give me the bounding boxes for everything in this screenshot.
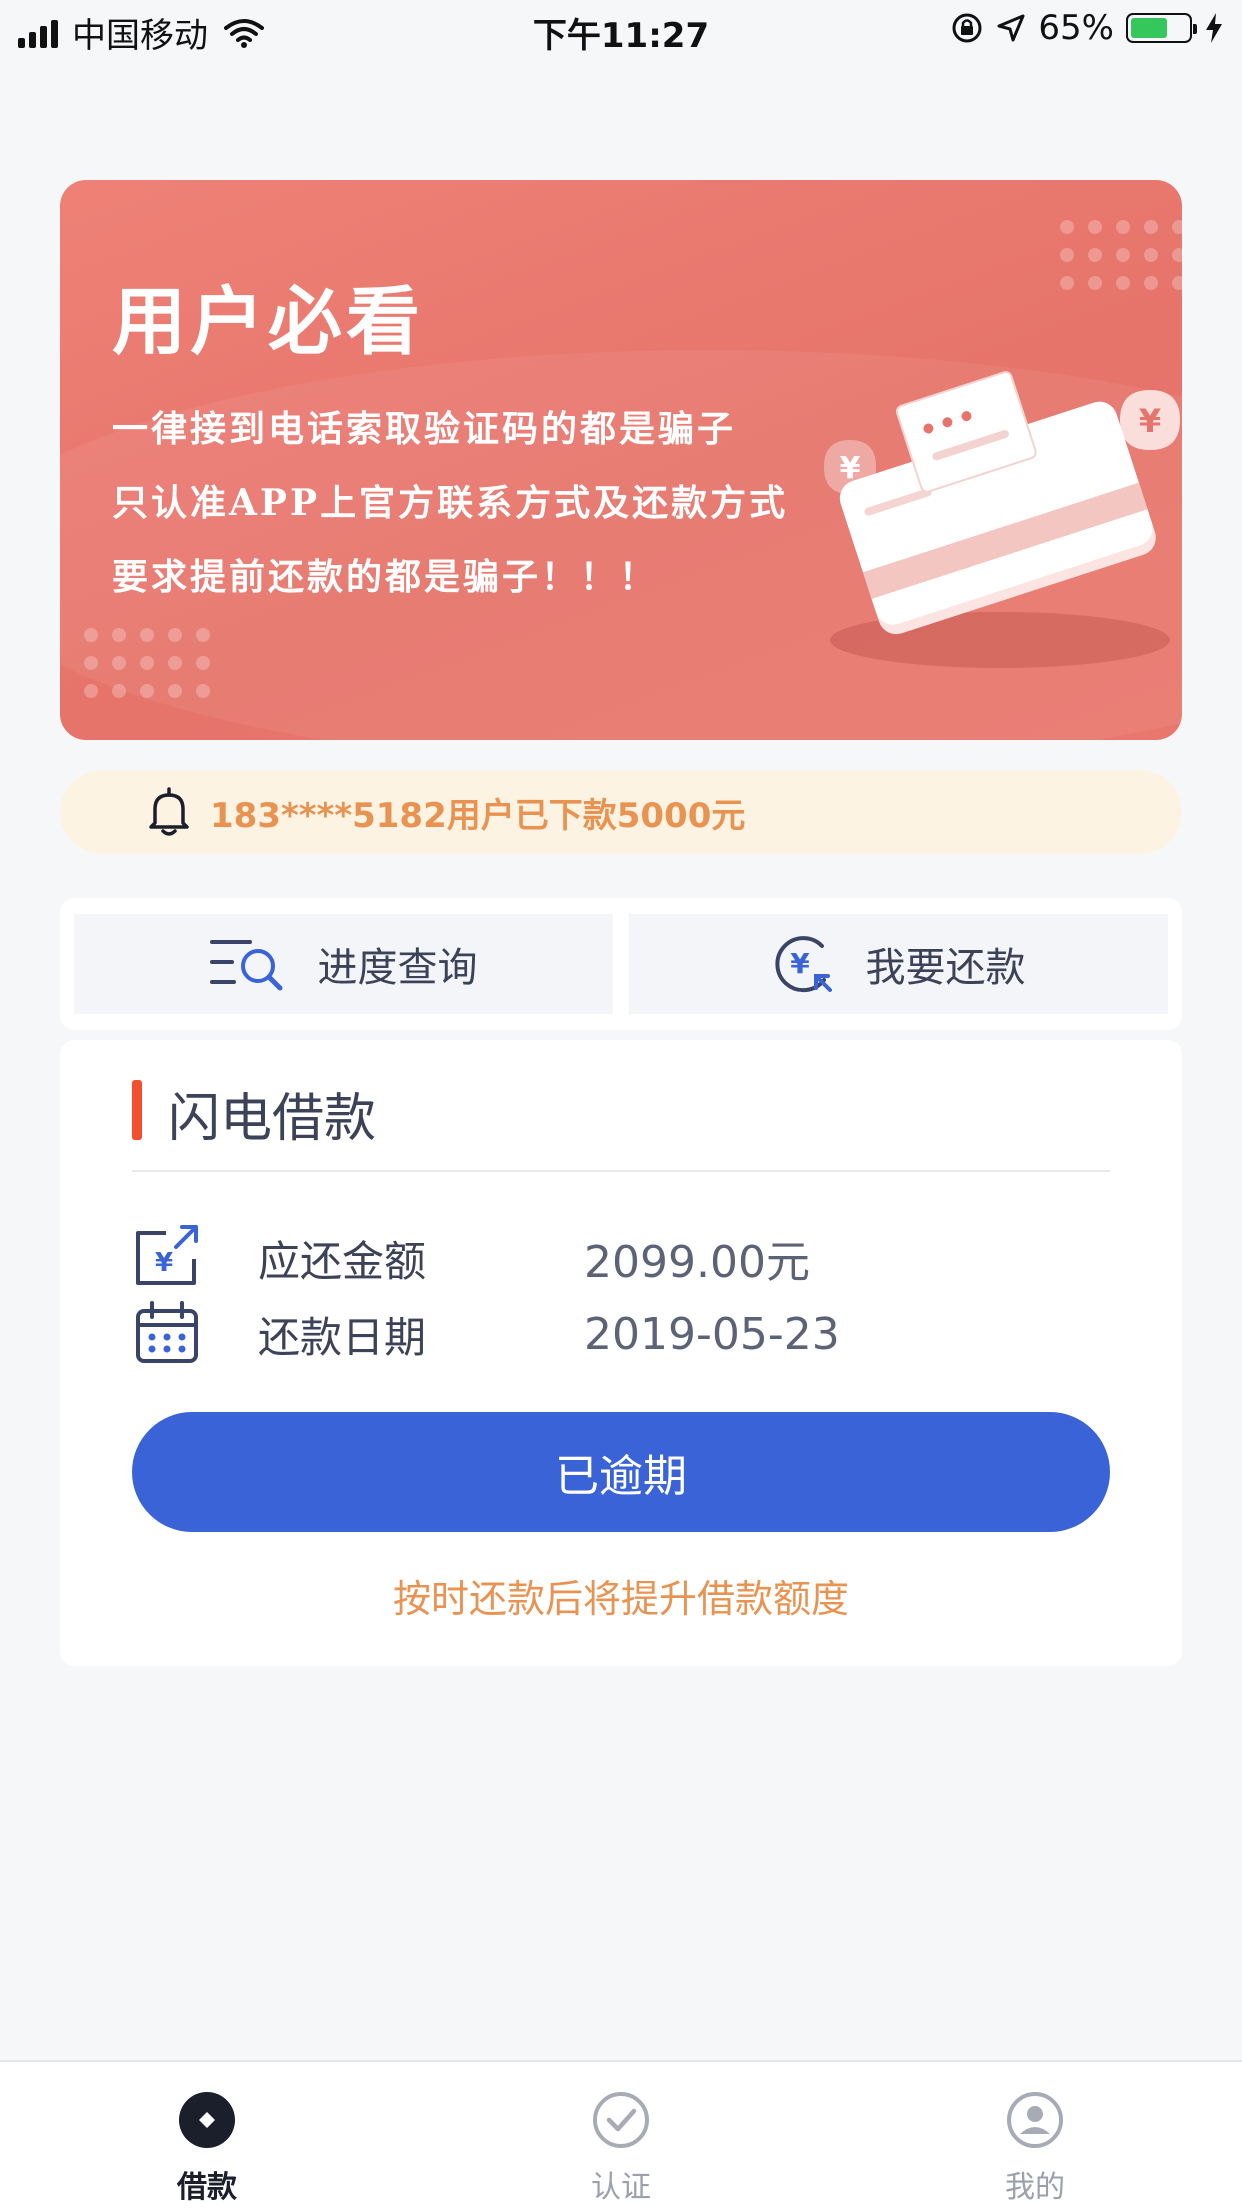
- tab-bar: 借款 认证 我的: [0, 2060, 1242, 2208]
- yuan-repay-icon: ¥: [774, 936, 832, 993]
- loan-notice: 183****5182用户已下款5000元: [60, 770, 1182, 854]
- amount-value: 2099.00元: [584, 1237, 810, 1288]
- svg-text:¥: ¥: [840, 451, 861, 486]
- svg-text:¥: ¥: [790, 947, 810, 980]
- battery-fill: [1131, 18, 1168, 38]
- phone-card-illustration: ¥ ¥: [824, 371, 1180, 668]
- loan-card: 闪电借款 ¥ 应还金额 2099.00元 还款日期 2019-05-23 已逾期…: [60, 1040, 1182, 1666]
- charging-icon: [1206, 13, 1222, 43]
- battery-icon: [1126, 13, 1197, 43]
- loan-icon: [179, 2092, 235, 2148]
- quick-actions: 进度查询 ¥ 我要还款: [60, 898, 1182, 1030]
- status-bar: 中国移动 下午11:27 65%: [0, 0, 1242, 62]
- loan-title: 闪电借款: [168, 1089, 377, 1149]
- check-circle-icon: [593, 2092, 649, 2148]
- battery-percent: 65%: [1038, 8, 1114, 48]
- amount-icon: ¥: [136, 1225, 198, 1285]
- bell-icon: [149, 787, 189, 836]
- notice-text: 183****5182用户已下款5000元: [210, 795, 746, 836]
- svg-text:¥: ¥: [1139, 402, 1161, 440]
- banner-line-3: 要求提前还款的都是骗子！！！: [112, 556, 659, 598]
- date-value: 2019-05-23: [584, 1308, 840, 1360]
- repay-label: 我要还款: [865, 945, 1026, 991]
- calendar-icon: [136, 1301, 198, 1363]
- tab-mine-label: 我的: [1005, 2170, 1065, 2205]
- title-accent-bar: [132, 1080, 142, 1140]
- date-label: 还款日期: [258, 1312, 427, 1362]
- yuan-bubble-left: ¥: [824, 440, 876, 494]
- location-icon: [997, 14, 1025, 42]
- repay-button[interactable]: ¥ 我要还款: [629, 914, 1168, 1014]
- banner-dots-top: [1060, 220, 1182, 290]
- banner-title: 用户必看: [112, 279, 424, 365]
- amount-label: 应还金额: [258, 1236, 427, 1286]
- tab-verify[interactable]: 认证: [414, 2062, 828, 2208]
- amount-row: ¥ 应还金额 2099.00元: [130, 1222, 1130, 1294]
- svg-text:¥: ¥: [155, 1248, 173, 1278]
- banner-line-1: 一律接到电话索取验证码的都是骗子: [112, 408, 737, 450]
- date-row: 还款日期 2019-05-23: [130, 1298, 1130, 1370]
- card-divider: [132, 1170, 1110, 1172]
- repay-hint: 按时还款后将提升借款额度: [392, 1577, 849, 1621]
- tab-loan-label: 借款: [177, 2170, 237, 2205]
- banner-dots-bottom: [84, 628, 210, 698]
- banner-line-2: 只认准APP上官方联系方式及还款方式: [112, 482, 789, 524]
- profile-icon: [1007, 2092, 1063, 2148]
- tab-mine[interactable]: 我的: [828, 2062, 1242, 2208]
- progress-query-label: 进度查询: [317, 945, 478, 991]
- search-list-icon: [209, 940, 282, 991]
- tab-loan[interactable]: 借款: [0, 2062, 414, 2208]
- progress-query-button[interactable]: 进度查询: [74, 914, 613, 1014]
- rotation-lock-icon: [952, 13, 982, 43]
- tab-verify-label: 认证: [591, 2170, 651, 2205]
- overdue-button[interactable]: 已逾期: [132, 1412, 1110, 1532]
- status-right: 65%: [950, 8, 1224, 48]
- safety-banner[interactable]: 用户必看 一律接到电话索取验证码的都是骗子 只认准APP上官方联系方式及还款方式…: [60, 180, 1182, 740]
- yuan-bubble-right: ¥: [1120, 390, 1180, 450]
